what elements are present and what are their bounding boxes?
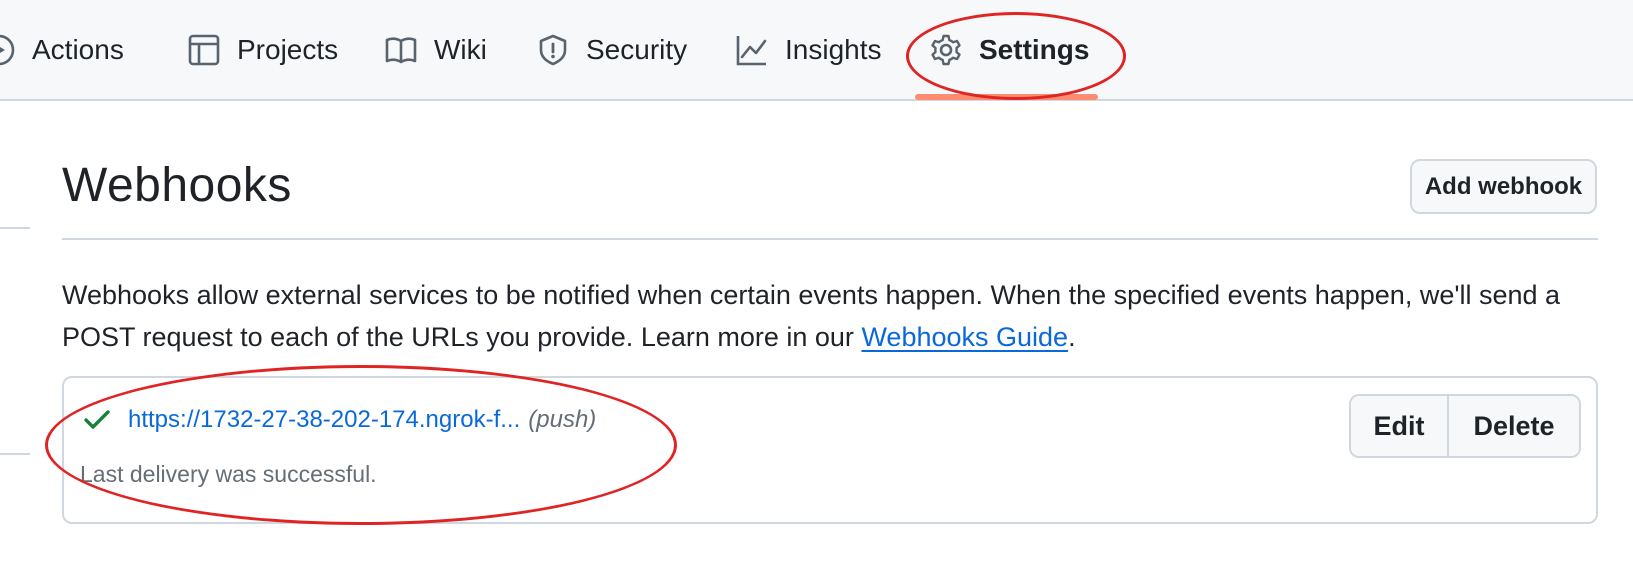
tab-projects[interactable]: Projects xyxy=(187,22,338,78)
shield-icon xyxy=(536,33,570,67)
tab-actions-label: Actions xyxy=(32,34,124,65)
add-webhook-button[interactable]: Add webhook xyxy=(1410,159,1597,214)
tab-insights[interactable]: Insights xyxy=(735,22,882,78)
page-title: Webhooks xyxy=(62,159,292,212)
play-circle-icon xyxy=(0,33,16,67)
webhook-actions: Edit Delete xyxy=(1349,394,1581,458)
title-divider xyxy=(62,238,1598,240)
active-tab-underline xyxy=(915,94,1098,100)
edit-button[interactable]: Edit xyxy=(1351,396,1449,456)
webhook-url-line: https://1732-27-38-202-174.ngrok-f... (pu… xyxy=(128,406,596,434)
webhook-url-link[interactable]: https://1732-27-38-202-174.ngrok-f... xyxy=(128,406,520,433)
sidebar-divider xyxy=(0,453,30,455)
tab-wiki[interactable]: Wiki xyxy=(384,22,487,78)
table-icon xyxy=(187,33,221,67)
check-icon xyxy=(82,405,112,435)
webhook-delivery-status: Last delivery was successful. xyxy=(80,461,377,487)
repo-nav: Actions Projects Wiki Security Insights xyxy=(0,0,1633,101)
book-icon xyxy=(384,33,418,67)
tab-security[interactable]: Security xyxy=(536,22,687,78)
page: Actions Projects Wiki Security Insights xyxy=(0,0,1633,561)
tab-wiki-label: Wiki xyxy=(434,34,487,65)
description-text: Webhooks allow external services to be n… xyxy=(62,280,1561,352)
webhooks-description: Webhooks allow external services to be n… xyxy=(62,274,1607,358)
tab-actions[interactable]: Actions xyxy=(0,22,124,78)
gear-icon xyxy=(929,33,963,67)
tab-settings-label: Settings xyxy=(979,34,1090,65)
webhooks-guide-link[interactable]: Webhooks Guide xyxy=(861,322,1068,352)
tab-projects-label: Projects xyxy=(237,34,339,65)
sidebar-divider xyxy=(0,227,30,229)
delete-button[interactable]: Delete xyxy=(1449,396,1579,456)
graph-icon xyxy=(735,33,769,67)
tab-settings[interactable]: Settings xyxy=(929,22,1089,78)
tab-security-label: Security xyxy=(586,34,688,65)
webhook-events: (push) xyxy=(528,406,597,433)
description-end: . xyxy=(1068,322,1076,352)
tab-insights-label: Insights xyxy=(785,34,882,65)
